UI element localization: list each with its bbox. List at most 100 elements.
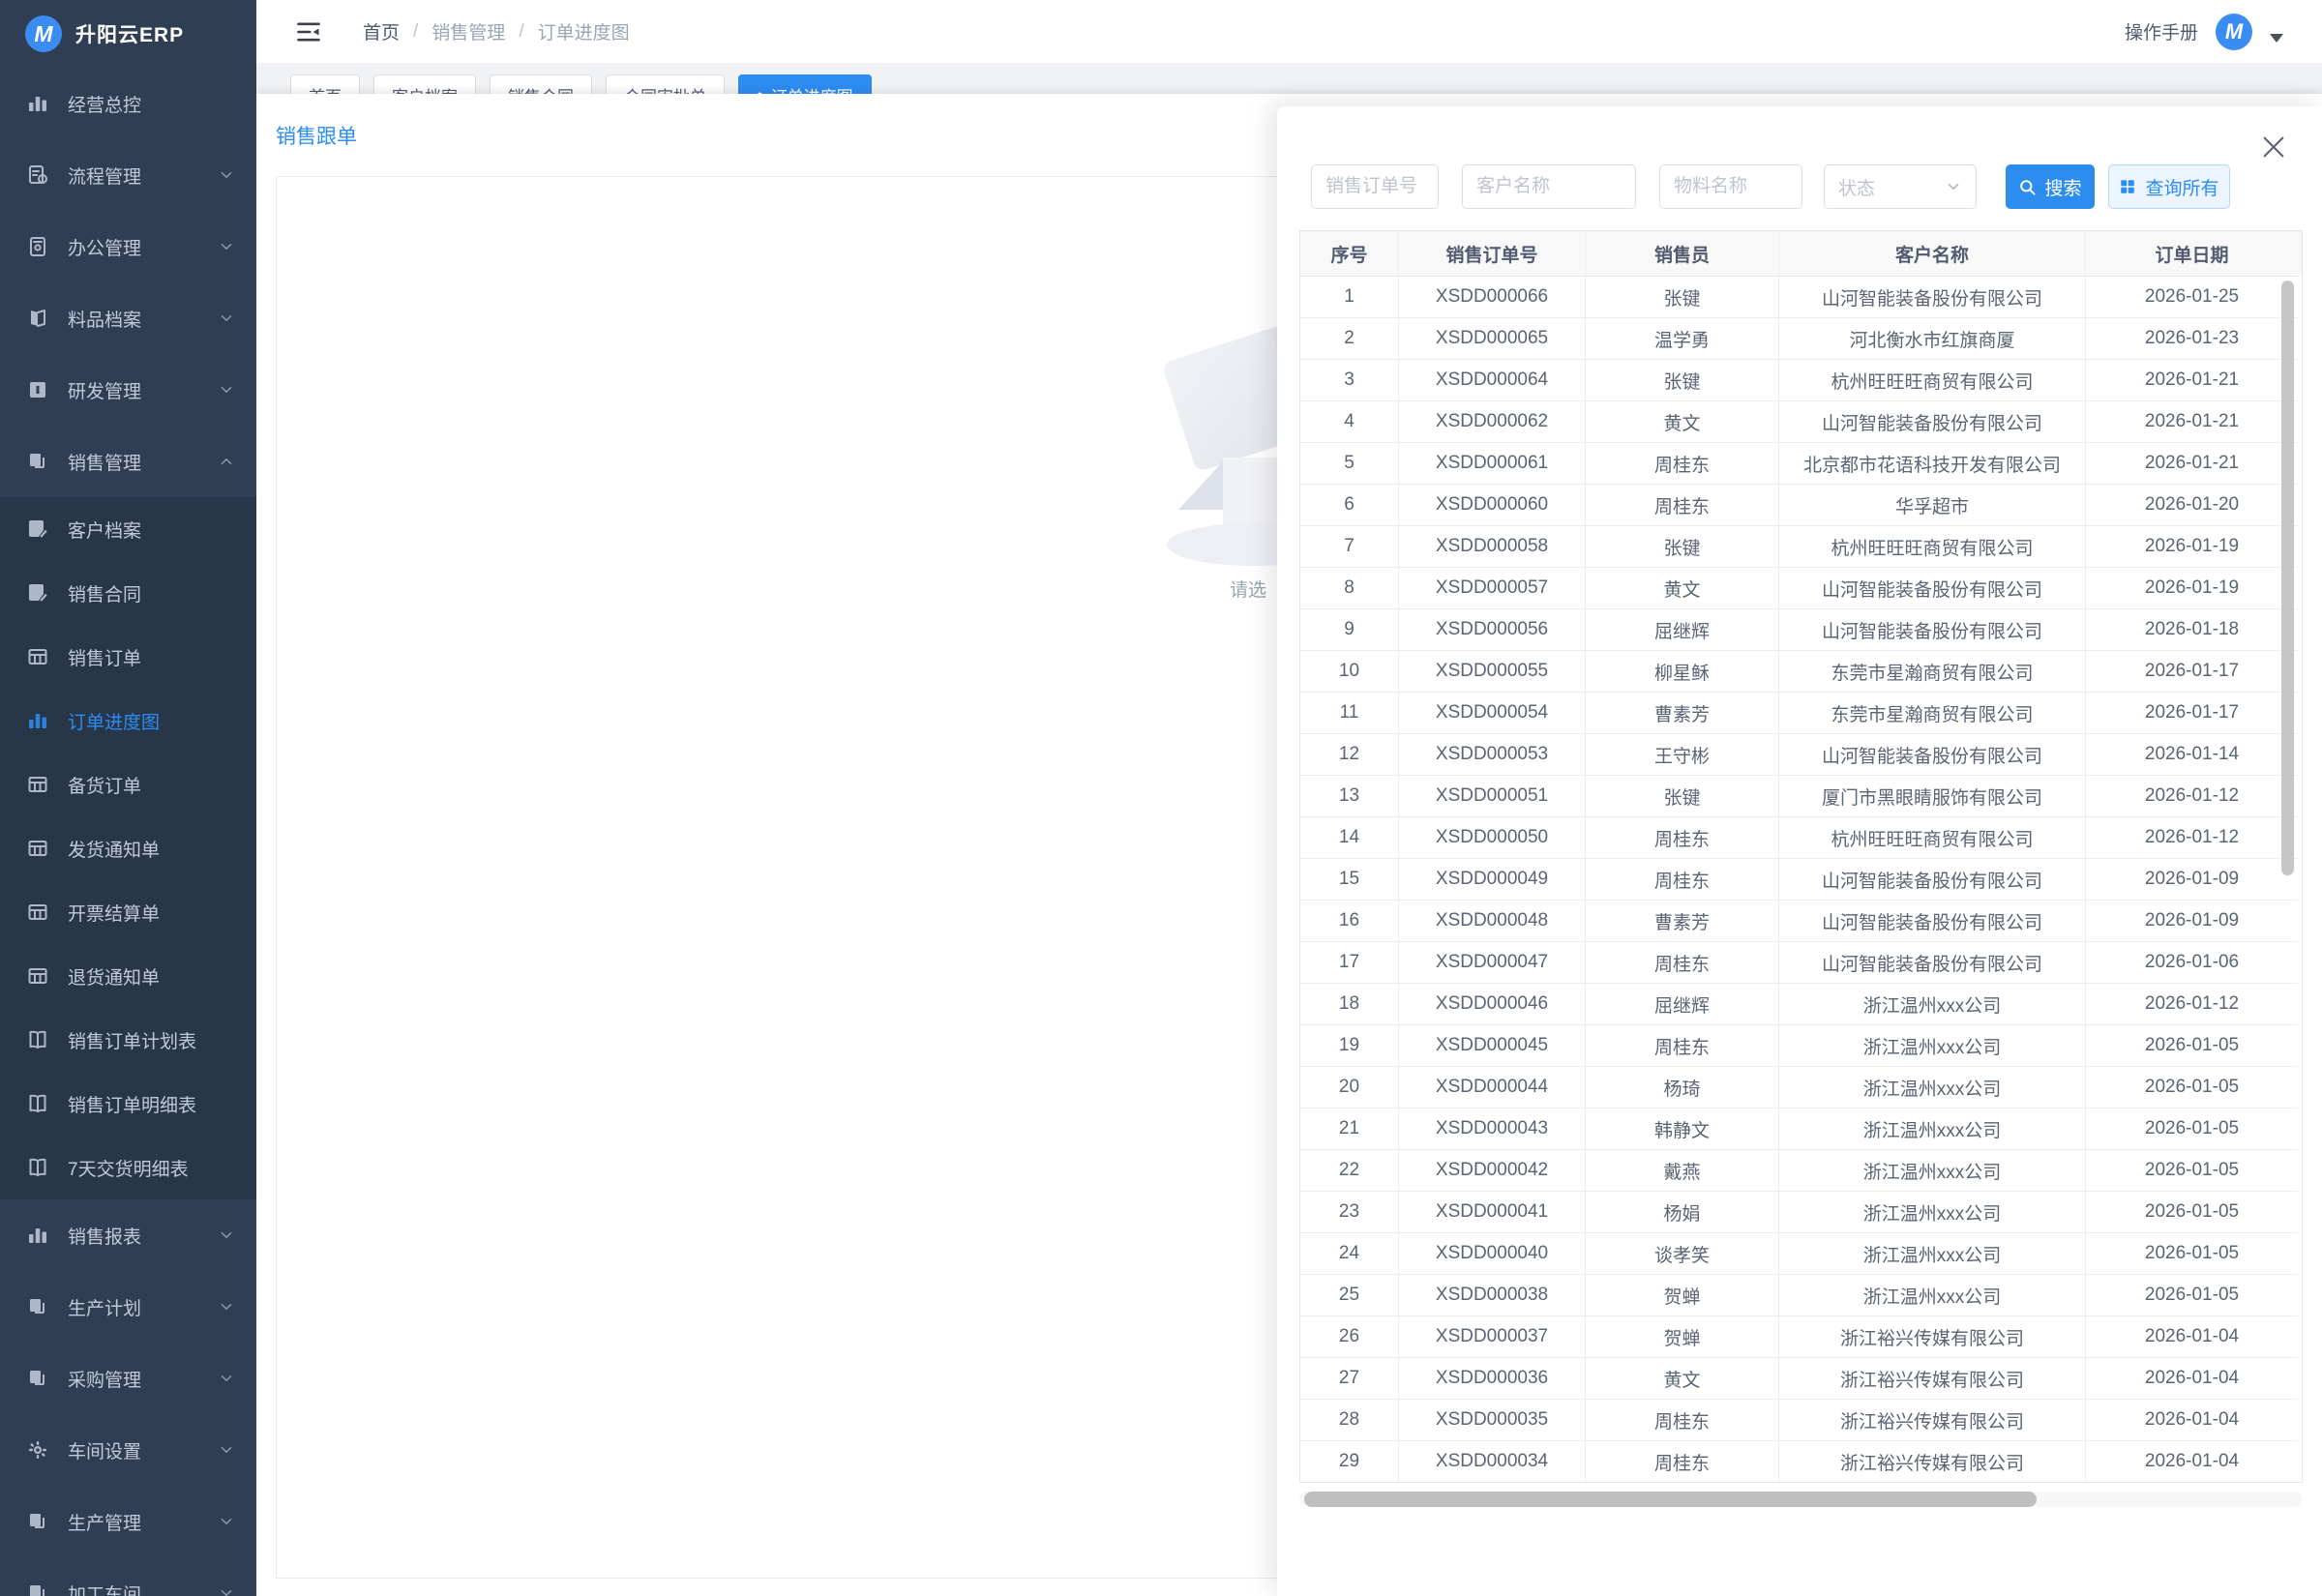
collapse-menu-icon[interactable] — [295, 18, 322, 45]
pages-icon — [25, 1366, 50, 1391]
table-row[interactable]: 19 XSDD000045 周桂东 浙江温州xxx公司 2026-01-05 — [1300, 1025, 2302, 1067]
sidebar-item-label: 退货通知单 — [68, 963, 160, 990]
cell-order-no: XSDD000051 — [1399, 776, 1586, 817]
table-icon — [25, 900, 50, 925]
sidebar-item-订单进度图[interactable]: 订单进度图 — [0, 689, 256, 753]
top-header: 首页 / 销售管理 / 订单进度图 操作手册 M — [256, 0, 2322, 63]
close-icon[interactable] — [2260, 133, 2287, 161]
sidebar-item-销售订单[interactable]: 销售订单 — [0, 625, 256, 689]
table-row[interactable]: 13 XSDD000051 张键 厦门市黑眼睛服饰有限公司 2026-01-12 — [1300, 776, 2302, 817]
table-row[interactable]: 24 XSDD000040 谈孝笑 浙江温州xxx公司 2026-01-05 — [1300, 1233, 2302, 1275]
sidebar-item-备货订单[interactable]: 备货订单 — [0, 753, 256, 816]
search-button[interactable]: 搜索 — [2006, 164, 2095, 209]
table-row[interactable]: 15 XSDD000049 周桂东 山河智能装备股份有限公司 2026-01-0… — [1300, 859, 2302, 901]
table-row[interactable]: 7 XSDD000058 张键 杭州旺旺旺商贸有限公司 2026-01-19 — [1300, 526, 2302, 568]
cell-customer: 山河智能装备股份有限公司 — [1779, 859, 2086, 901]
cell-customer: 浙江温州xxx公司 — [1779, 1108, 2086, 1150]
table-row[interactable]: 28 XSDD000035 周桂东 浙江裕兴传媒有限公司 2026-01-04 — [1300, 1400, 2302, 1441]
table-row[interactable]: 10 XSDD000055 柳星稣 东莞市星瀚商贸有限公司 2026-01-17 — [1300, 651, 2302, 693]
cell-order-no: XSDD000062 — [1399, 401, 1586, 443]
order-no-input[interactable] — [1311, 164, 1439, 209]
sidebar-item-7天交货明细表[interactable]: 7天交货明细表 — [0, 1136, 256, 1199]
material-name-input[interactable] — [1659, 164, 1802, 209]
cell-date: 2026-01-05 — [2086, 1108, 2298, 1150]
table-row[interactable]: 4 XSDD000062 黄文 山河智能装备股份有限公司 2026-01-21 — [1300, 401, 2302, 443]
cell-order-no: XSDD000045 — [1399, 1025, 1586, 1067]
table-row[interactable]: 12 XSDD000053 王守彬 山河智能装备股份有限公司 2026-01-1… — [1300, 734, 2302, 776]
sidebar-item-研发管理[interactable]: 研发管理 — [0, 354, 256, 426]
customer-name-input[interactable] — [1462, 164, 1636, 209]
cell-salesperson: 周桂东 — [1586, 1400, 1779, 1441]
sidebar-item-销售订单计划表[interactable]: 销售订单计划表 — [0, 1008, 256, 1072]
sidebar-item-label: 订单进度图 — [68, 708, 160, 734]
table-row[interactable]: 27 XSDD000036 黄文 浙江裕兴传媒有限公司 2026-01-04 — [1300, 1358, 2302, 1400]
breadcrumb-home[interactable]: 首页 — [363, 18, 400, 44]
sidebar-item-料品档案[interactable]: 料品档案 — [0, 282, 256, 354]
cell-salesperson: 曹素芳 — [1586, 693, 1779, 734]
table-row[interactable]: 22 XSDD000042 戴燕 浙江温州xxx公司 2026-01-05 — [1300, 1150, 2302, 1192]
cell-date: 2026-01-19 — [2086, 526, 2298, 568]
status-select[interactable]: 状态 — [1824, 164, 1977, 209]
cell-order-no: XSDD000055 — [1399, 651, 1586, 693]
cell-order-no: XSDD000046 — [1399, 984, 1586, 1025]
cell-customer: 浙江温州xxx公司 — [1779, 984, 2086, 1025]
sidebar-item-办公管理[interactable]: 办公管理 — [0, 211, 256, 282]
cell-order-no: XSDD000044 — [1399, 1067, 1586, 1108]
cell-salesperson: 周桂东 — [1586, 443, 1779, 485]
chevron-up-icon — [218, 453, 235, 470]
sidebar-item-经营总控[interactable]: 经营总控 — [0, 68, 256, 139]
sidebar-item-销售合同[interactable]: 销售合同 — [0, 561, 256, 625]
caret-down-icon[interactable] — [2270, 34, 2283, 43]
table-row[interactable]: 21 XSDD000043 韩静文 浙江温州xxx公司 2026-01-05 — [1300, 1108, 2302, 1150]
sidebar-item-发货通知单[interactable]: 发货通知单 — [0, 816, 256, 880]
cell-date: 2026-01-05 — [2086, 1025, 2298, 1067]
breadcrumb-module[interactable]: 销售管理 — [432, 18, 505, 44]
cell-seq: 5 — [1300, 443, 1399, 485]
table-row[interactable]: 18 XSDD000046 屈继辉 浙江温州xxx公司 2026-01-12 — [1300, 984, 2302, 1025]
table-row[interactable]: 29 XSDD000034 周桂东 浙江裕兴传媒有限公司 2026-01-04 — [1300, 1441, 2302, 1482]
sidebar-item-车间设置[interactable]: 车间设置 — [0, 1414, 256, 1486]
cell-salesperson: 屈继辉 — [1586, 984, 1779, 1025]
cell-seq: 22 — [1300, 1150, 1399, 1192]
cell-order-no: XSDD000061 — [1399, 443, 1586, 485]
table-row[interactable]: 14 XSDD000050 周桂东 杭州旺旺旺商贸有限公司 2026-01-12 — [1300, 817, 2302, 859]
table-row[interactable]: 17 XSDD000047 周桂东 山河智能装备股份有限公司 2026-01-0… — [1300, 942, 2302, 984]
table-row[interactable]: 9 XSDD000056 屈继辉 山河智能装备股份有限公司 2026-01-18 — [1300, 609, 2302, 651]
table-row[interactable]: 2 XSDD000065 温学勇 河北衡水市红旗商厦 2026-01-23 — [1300, 318, 2302, 360]
table-row[interactable]: 20 XSDD000044 杨琦 浙江温州xxx公司 2026-01-05 — [1300, 1067, 2302, 1108]
sidebar-item-流程管理[interactable]: 流程管理 — [0, 139, 256, 211]
table-row[interactable]: 25 XSDD000038 贺蝉 浙江温州xxx公司 2026-01-05 — [1300, 1275, 2302, 1316]
table-row[interactable]: 26 XSDD000037 贺蝉 浙江裕兴传媒有限公司 2026-01-04 — [1300, 1316, 2302, 1358]
table-row[interactable]: 23 XSDD000041 杨娟 浙江温州xxx公司 2026-01-05 — [1300, 1192, 2302, 1233]
table-row[interactable]: 16 XSDD000048 曹素芳 山河智能装备股份有限公司 2026-01-0… — [1300, 901, 2302, 942]
cell-seq: 9 — [1300, 609, 1399, 651]
manual-link[interactable]: 操作手册 — [2125, 18, 2198, 44]
table-row[interactable]: 6 XSDD000060 周桂东 华孚超市 2026-01-20 — [1300, 485, 2302, 526]
sidebar-item-销售订单明细表[interactable]: 销售订单明细表 — [0, 1072, 256, 1136]
table-row[interactable]: 3 XSDD000064 张键 杭州旺旺旺商贸有限公司 2026-01-21 — [1300, 360, 2302, 401]
sidebar-item-退货通知单[interactable]: 退货通知单 — [0, 944, 256, 1008]
table-row[interactable]: 11 XSDD000054 曹素芳 东莞市星瀚商贸有限公司 2026-01-17 — [1300, 693, 2302, 734]
table-row[interactable]: 1 XSDD000066 张键 山河智能装备股份有限公司 2026-01-25 — [1300, 277, 2302, 318]
sidebar-item-加工车间[interactable]: 加工车间 — [0, 1557, 256, 1596]
sidebar-item-开票结算单[interactable]: 开票结算单 — [0, 880, 256, 944]
cell-salesperson: 曹素芳 — [1586, 901, 1779, 942]
cell-salesperson: 贺蝉 — [1586, 1316, 1779, 1358]
cell-seq: 1 — [1300, 277, 1399, 318]
table-icon — [25, 644, 50, 669]
vertical-scrollbar[interactable] — [2281, 281, 2294, 875]
sidebar-item-label: 发货通知单 — [68, 836, 160, 862]
sidebar-item-销售报表[interactable]: 销售报表 — [0, 1199, 256, 1271]
sidebar-item-生产管理[interactable]: 生产管理 — [0, 1486, 256, 1557]
sidebar-item-采购管理[interactable]: 采购管理 — [0, 1343, 256, 1414]
sidebar-item-客户档案[interactable]: 客户档案 — [0, 497, 256, 561]
sidebar-item-销售管理[interactable]: 销售管理 — [0, 426, 256, 497]
cell-order-no: XSDD000057 — [1399, 568, 1586, 609]
query-all-button[interactable]: 查询所有 — [2108, 164, 2230, 209]
horizontal-scrollbar[interactable] — [1304, 1492, 2037, 1507]
avatar[interactable]: M — [2216, 14, 2252, 50]
table-row[interactable]: 5 XSDD000061 周桂东 北京都市花语科技开发有限公司 2026-01-… — [1300, 443, 2302, 485]
filter-bar: 状态 搜索 查询所有 — [1311, 164, 2230, 209]
sidebar-item-生产计划[interactable]: 生产计划 — [0, 1271, 256, 1343]
table-row[interactable]: 8 XSDD000057 黄文 山河智能装备股份有限公司 2026-01-19 — [1300, 568, 2302, 609]
